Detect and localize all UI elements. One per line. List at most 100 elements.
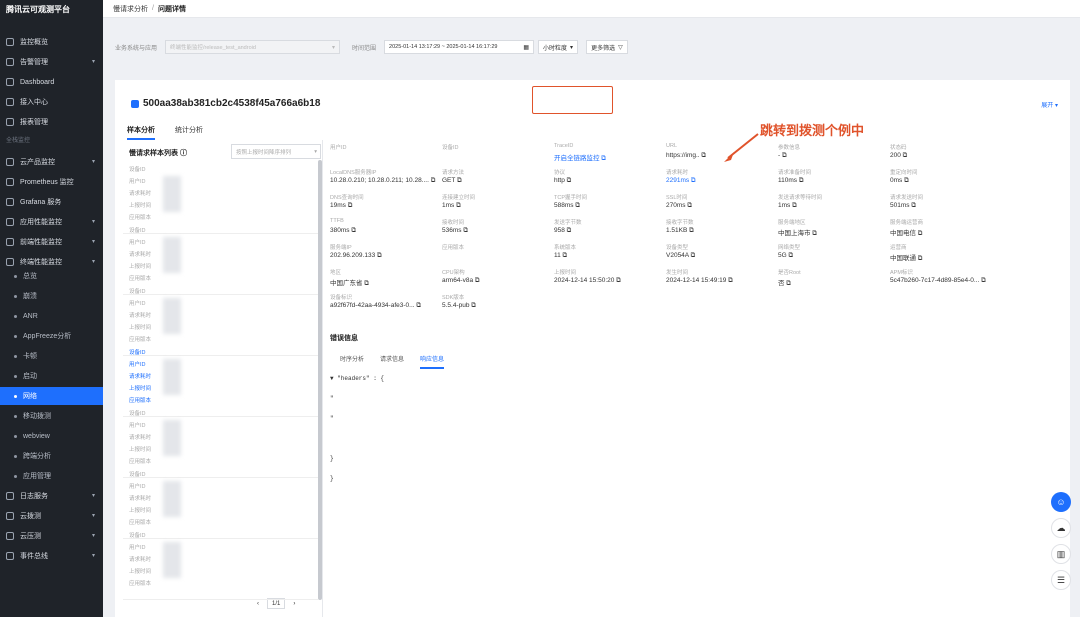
sidebar-item-2[interactable]: Dashboard [0, 73, 103, 91]
sidebar-subitem-3[interactable]: AppFreeze分析 [0, 327, 103, 345]
bullet-icon [14, 334, 17, 338]
sidebar-item-3-3[interactable]: 事件总线 ▾ [0, 547, 103, 565]
info-value: GET ⧉ [442, 177, 462, 184]
sample-list-title-text: 慢请求样本列表 [129, 150, 178, 157]
sidebar-subitem-9[interactable]: 跨端分析 [0, 447, 103, 465]
info-field: 状态码 200 ⧉ [890, 143, 1000, 160]
code-line: } [330, 475, 334, 482]
sidebar-item-3-2[interactable]: 云压测 ▾ [0, 527, 103, 545]
info-field: 接收字节数 1.51KB ⧉ [666, 218, 776, 235]
sidebar-item-2-4[interactable]: 前端性能监控 ▾ [0, 233, 103, 251]
info-value[interactable]: 开启全链路监控 ⧉ [554, 152, 664, 163]
tab-stats-analysis[interactable]: 统计分析 [175, 125, 203, 140]
sidebar-item-4[interactable]: 报表管理 [0, 113, 103, 131]
sidebar-subitem-6[interactable]: 网络 [0, 387, 103, 405]
sidebar-item-2-0[interactable]: 云产品监控 ▾ [0, 153, 103, 171]
redacted-block [163, 359, 181, 395]
nav-label: 网络 [23, 393, 37, 400]
sample-list-item[interactable]: 设备ID 用户ID 请求耗时 上报时间 应用版本 [123, 469, 318, 539]
sample-list-item[interactable]: 设备ID 用户ID 请求耗时 上报时间 应用版本 [123, 347, 318, 417]
info-key: 请求耗时 [666, 170, 689, 176]
info-field: 设备类型 V2054A ⧉ [666, 243, 776, 260]
sidebar-item-3[interactable]: 接入中心 [0, 93, 103, 111]
info-value: 958 ⧉ [554, 227, 572, 234]
info-value: 588ms ⧉ [554, 202, 580, 209]
sample-list-item[interactable]: 设备ID 用户ID 请求耗时 上报时间 应用版本 [123, 408, 318, 478]
info-key: 系统版本 [554, 245, 577, 251]
cloud-icon[interactable]: ☁ [1051, 518, 1071, 538]
sidebar-item-3-1[interactable]: 云拨测 ▾ [0, 507, 103, 525]
info-key: 网络类型 [778, 245, 801, 251]
sample-list-item[interactable]: 设备ID 用户ID 请求耗时 上报时间 应用版本 [123, 286, 318, 356]
sample-field-label: 设备ID [129, 167, 146, 173]
sidebar-subitem-10[interactable]: 应用管理 [0, 467, 103, 485]
sort-select[interactable]: 按照上报时间降序排列 ▾ [231, 144, 321, 159]
sample-field-label: 应用版本 [129, 215, 152, 221]
nav-label: 日志服务 [20, 493, 48, 500]
menu-icon [6, 198, 14, 206]
tab-timing[interactable]: 时序分析 [340, 354, 364, 369]
book-icon[interactable]: ▥ [1051, 544, 1071, 564]
sidebar-subitem-8[interactable]: webview [0, 427, 103, 445]
nav-label: 报表管理 [20, 119, 48, 126]
breadcrumb: 慢请求分析 / 问题详情 [103, 0, 1080, 18]
sample-field-label: 请求耗时 [129, 191, 152, 197]
sidebar-subitem-5[interactable]: 启动 [0, 367, 103, 385]
next-page-icon[interactable]: › [293, 601, 295, 607]
info-value: 200 ⧉ [890, 152, 908, 159]
info-value[interactable]: 2291ms ⧉ [666, 177, 776, 185]
sample-field-label: 上报时间 [129, 447, 152, 453]
info-field: 发生时间 2024-12-14 15:49:19 ⧉ [666, 268, 776, 285]
info-key: APM标识 [890, 270, 913, 276]
nav-label: AppFreeze分析 [23, 333, 72, 340]
notes-icon[interactable]: ☰ [1051, 570, 1071, 590]
chat-icon[interactable]: ☺ [1051, 492, 1071, 512]
info-key: 接收字节数 [666, 220, 694, 226]
issue-icon [131, 99, 139, 108]
sidebar-item-2-1[interactable]: Prometheus 监控 [0, 173, 103, 191]
more-filters-label: 更多筛选 [591, 45, 616, 52]
info-field: TCP握手时间 588ms ⧉ [554, 193, 664, 210]
nav-label: 卡顿 [23, 353, 37, 360]
sidebar-item-2-3[interactable]: 应用性能监控 ▾ [0, 213, 103, 231]
sidebar-item-1[interactable]: 告警管理 ▾ [0, 53, 103, 71]
sidebar-subitem-2[interactable]: ANR [0, 307, 103, 325]
nav-label: 接入中心 [20, 99, 48, 106]
sidebar-item-0[interactable]: 监控概览 [0, 33, 103, 51]
sample-field-label: 设备ID [129, 472, 146, 478]
sidebar-subitem-4[interactable]: 卡顿 [0, 347, 103, 365]
scope-select[interactable]: 终端性能监控/release_test_android ▾ [165, 40, 341, 54]
scrollbar[interactable] [318, 160, 322, 600]
nav-label: 事件总线 [20, 553, 48, 560]
bullet-icon [14, 414, 17, 418]
sidebar-subitem-0[interactable]: 总览 [0, 267, 103, 285]
prev-page-icon[interactable]: ‹ [257, 601, 259, 607]
tab-sample-analysis[interactable]: 样本分析 [127, 125, 155, 140]
filter-bar: 业务系统与应用 终端性能监控/release_test_android ▾ 时间范… [115, 36, 1070, 58]
sidebar-subitem-1[interactable]: 崩溃 [0, 287, 103, 305]
info-field: 请求耗时 2291ms ⧉ [666, 168, 776, 185]
tab-request-info[interactable]: 请求信息 [380, 354, 404, 369]
issue-card: 500aa38ab381cb2c4538f45a766a6b18 展开 ▾ 样本… [115, 80, 1070, 617]
nav-label: webview [23, 432, 50, 440]
sidebar-item-2-2[interactable]: Grafana 服务 [0, 193, 103, 211]
info-key: 参数信息 [778, 145, 801, 151]
expand-button[interactable]: 展开 ▾ [1041, 100, 1058, 109]
sample-list-item[interactable]: 设备ID 用户ID 请求耗时 上报时间 应用版本 [123, 225, 318, 295]
time-range-picker[interactable]: 2025-01-14 13:17:29 ~ 2025-01-14 16:17:2… [384, 40, 535, 54]
breadcrumb-parent[interactable]: 慢请求分析 [113, 4, 148, 14]
sample-list-item[interactable]: 设备ID 用户ID 请求耗时 上报时间 应用版本 [123, 530, 318, 600]
sample-field-label: 用户ID [129, 362, 146, 368]
info-value: http ⧉ [554, 177, 572, 184]
info-key: DNS查询时间 [330, 195, 364, 201]
sidebar-subitem-7[interactable]: 移动拨测 [0, 407, 103, 425]
info-key: 请求发送时间 [890, 195, 924, 201]
code-line: ▼ "headers" : { [330, 375, 385, 382]
more-filters-button[interactable]: 更多筛选 ▽ [586, 40, 628, 54]
granularity-select[interactable]: 小时粒度 ▾ [538, 40, 579, 54]
sidebar-item-3-0[interactable]: 日志服务 ▾ [0, 487, 103, 505]
info-field: 接收时间 536ms ⧉ [442, 218, 552, 235]
tab-response-info[interactable]: 响应信息 [420, 354, 445, 369]
sample-list-item[interactable]: 设备ID 用户ID 请求耗时 上报时间 应用版本 [123, 164, 318, 234]
error-tabs: 时序分析 请求信息 响应信息 [340, 354, 460, 369]
